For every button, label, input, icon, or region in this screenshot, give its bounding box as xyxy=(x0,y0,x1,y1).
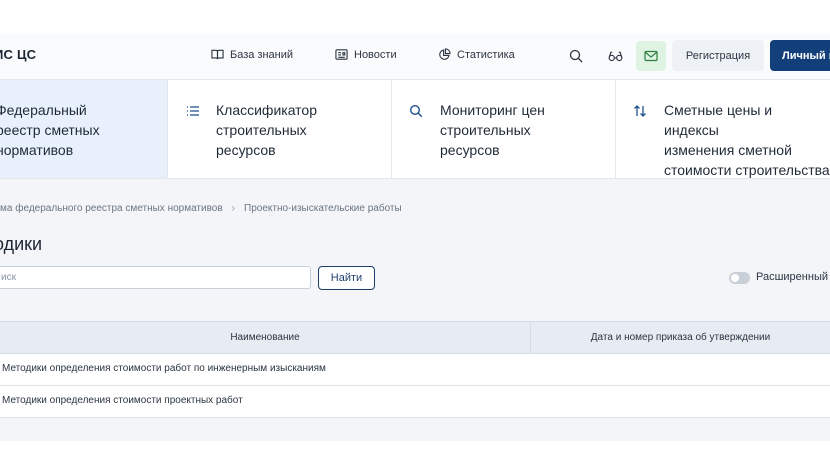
nav-news-label: Новости xyxy=(354,48,397,61)
search-input[interactable] xyxy=(0,266,311,289)
advanced-search-label: Расширенный xyxy=(756,271,828,283)
methods-table: Наименование Дата и номер приказа об утв… xyxy=(0,321,830,418)
sort-arrows-icon xyxy=(634,105,646,117)
mail-icon xyxy=(644,50,658,62)
chevron-right-icon: › xyxy=(231,203,236,214)
nav-knowledge-base[interactable]: База знаний xyxy=(211,48,293,61)
tile-estimate-prices-label: Сметные цены и индексы изменения сметной… xyxy=(664,102,830,178)
site-header: ИС ЦС База знаний Новости Статистика xyxy=(0,33,830,80)
main-content: тема федерального реестра сметных нормат… xyxy=(0,179,830,441)
breadcrumb-item-current: Проектно-изыскательские работы xyxy=(244,203,402,214)
register-button[interactable]: Регистрация xyxy=(672,40,764,71)
nav-knowledge-base-label: База знаний xyxy=(230,48,294,61)
tile-federal-registry-label: Федеральный реестр сметных нормативов xyxy=(0,102,100,158)
table-row[interactable]: Методики определения стоимости проектных… xyxy=(0,386,830,418)
search-icon xyxy=(569,49,583,63)
book-icon xyxy=(211,49,224,60)
personal-cabinet-button[interactable]: Личный к xyxy=(770,40,830,71)
nav-statistics[interactable]: Статистика xyxy=(438,48,515,61)
advanced-search-toggle[interactable] xyxy=(729,272,750,284)
pie-chart-icon xyxy=(439,48,451,60)
tile-resource-classifier-label: Классификатор строительных ресурсов xyxy=(216,102,318,158)
tile-federal-registry[interactable]: Федеральный реестр сметных нормативов xyxy=(0,80,168,178)
column-header-name[interactable]: Наименование xyxy=(0,322,530,353)
find-button[interactable]: Найти xyxy=(318,266,375,290)
top-strip xyxy=(0,0,830,33)
list-icon xyxy=(187,106,199,116)
mail-button[interactable] xyxy=(636,41,666,71)
table-cell-name[interactable]: Методики определения стоимости проектных… xyxy=(2,395,243,406)
tile-resource-classifier[interactable]: Классификатор строительных ресурсов xyxy=(168,80,392,178)
news-icon xyxy=(335,49,348,60)
column-header-order[interactable]: Дата и номер приказа об утверждении xyxy=(531,322,830,353)
tile-estimate-prices[interactable]: Сметные цены и индексы изменения сметной… xyxy=(616,80,830,178)
page-title: одики xyxy=(0,234,43,254)
tile-price-monitoring[interactable]: Мониторинг цен строительных ресурсов xyxy=(392,80,616,178)
table-cell-name[interactable]: Методики определения стоимости работ по … xyxy=(2,363,326,374)
table-header: Наименование Дата и номер приказа об утв… xyxy=(0,321,830,354)
nav-news[interactable]: Новости xyxy=(335,48,397,61)
breadcrumb-item-registry[interactable]: тема федерального реестра сметных нормат… xyxy=(0,203,223,214)
nav-statistics-label: Статистика xyxy=(457,48,515,61)
search-button[interactable] xyxy=(561,41,591,71)
section-tiles: Федеральный реестр сметных нормативов Кл… xyxy=(0,80,830,179)
site-logo[interactable]: ИС ЦС xyxy=(0,47,36,62)
search-icon xyxy=(409,104,423,118)
glasses-icon xyxy=(608,51,622,62)
tile-price-monitoring-label: Мониторинг цен строительных ресурсов xyxy=(440,102,545,158)
breadcrumb: тема федерального реестра сметных нормат… xyxy=(0,203,402,214)
accessibility-button[interactable] xyxy=(600,41,630,71)
table-row[interactable]: Методики определения стоимости работ по … xyxy=(0,354,830,386)
